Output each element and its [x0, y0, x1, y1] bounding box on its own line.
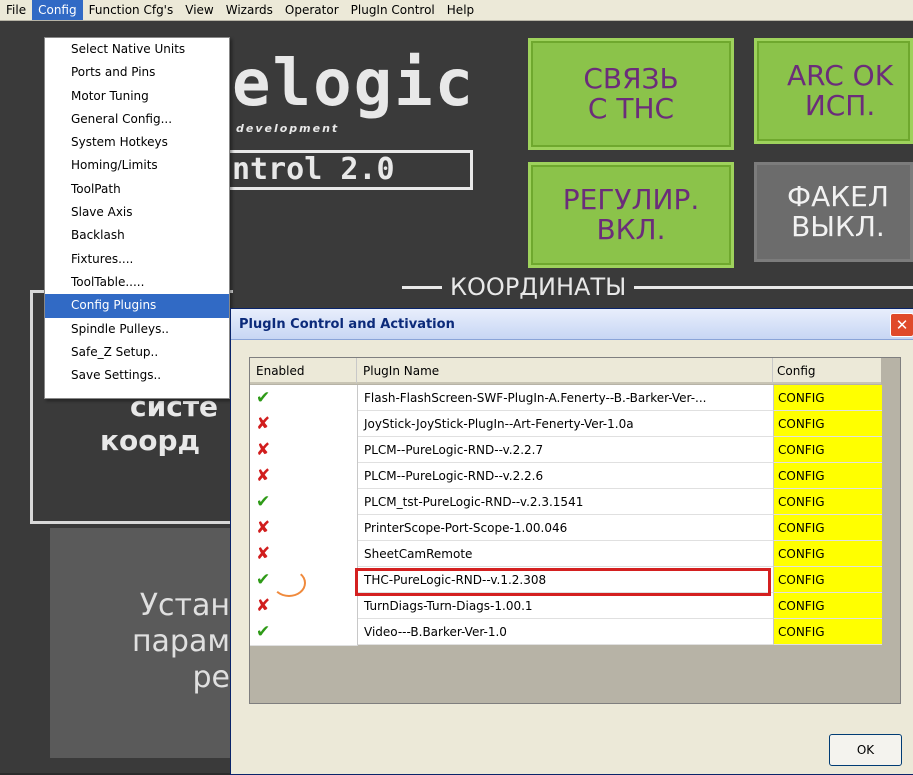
menu-help[interactable]: Help [441, 0, 480, 20]
plugin-name: JoyStick-JoyStick-PlugIn--Art-Fenerty-Ve… [358, 411, 774, 437]
arc-ok-button[interactable]: ARC OK ИСП. [754, 38, 913, 144]
menu-view[interactable]: View [179, 0, 219, 20]
menu-item-save-settings[interactable]: Save Settings.. [45, 364, 229, 387]
col-header-plugin-name[interactable]: PlugIn Name [357, 358, 773, 384]
plugin-name: PLCM_tst-PureLogic-RND--v.2.3.1541 [358, 489, 774, 515]
coordinate-system-line2: коорд [100, 424, 201, 457]
enabled-cell[interactable]: ✔ [250, 385, 358, 412]
menu-item-general-config[interactable]: General Config... [45, 108, 229, 131]
config-button[interactable]: CONFIG [774, 489, 882, 515]
menubar: File Config Function Cfg's View Wizards … [0, 0, 913, 21]
menu-item-toolpath[interactable]: ToolPath [45, 178, 229, 201]
plugin-row: ✘ PLCM--PureLogic-RND--v.2.2.6 CONFIG [250, 463, 900, 490]
coordinates-header-lead [402, 285, 442, 289]
dialog-title: PlugIn Control and Activation [239, 316, 455, 332]
menu-item-tooltable[interactable]: ToolTable..... [45, 271, 229, 294]
x-icon: ✘ [256, 414, 271, 434]
config-dropdown-menu: Select Native Units Ports and Pins Motor… [44, 37, 230, 399]
logo-text: elogic [232, 47, 476, 121]
dialog-titlebar[interactable]: PlugIn Control and Activation [231, 309, 913, 340]
config-button[interactable]: CONFIG [774, 437, 882, 463]
menu-wizards[interactable]: Wizards [220, 0, 279, 20]
plugin-row: ✘ PrinterScope-Port-Scope-1.00.046 CONFI… [250, 515, 900, 542]
coordinate-system-label: систе коорд [100, 390, 218, 458]
plugin-name: PLCM--PureLogic-RND--v.2.2.7 [358, 437, 774, 463]
menu-item-fixtures[interactable]: Fixtures.... [45, 248, 229, 271]
config-button[interactable]: CONFIG [774, 619, 882, 645]
plugin-list: Enabled PlugIn Name Config ✔ Flash-Flash… [249, 357, 901, 704]
ok-button[interactable]: OK [829, 734, 902, 766]
plugin-name: Video---B.Barker-Ver-1.0 [358, 619, 774, 645]
config-button[interactable]: CONFIG [774, 567, 882, 593]
enabled-cell[interactable]: ✔ [250, 619, 358, 646]
config-button[interactable]: CONFIG [774, 515, 882, 541]
thc-link-button[interactable]: СВЯЗЬ С ТНС [528, 38, 734, 150]
menu-operator[interactable]: Operator [279, 0, 345, 20]
enabled-cell[interactable]: ✘ [250, 437, 358, 464]
col-header-enabled[interactable]: Enabled [250, 358, 357, 384]
menu-function-cfgs[interactable]: Function Cfg's [83, 0, 180, 20]
highlight-box [355, 568, 771, 596]
plugin-row: ✘ PLCM--PureLogic-RND--v.2.2.7 CONFIG [250, 437, 900, 464]
plugin-row: ✘ TurnDiags-Turn-Diags-1.00.1 CONFIG [250, 593, 900, 620]
plugin-name: Flash-FlashScreen-SWF-PlugIn-A.Fenerty--… [358, 385, 774, 411]
plugin-name: TurnDiags-Turn-Diags-1.00.1 [358, 593, 774, 619]
menu-item-ports-and-pins[interactable]: Ports and Pins [45, 61, 229, 84]
x-icon: ✘ [256, 518, 271, 538]
enabled-cell[interactable]: ✘ [250, 593, 358, 620]
menu-config[interactable]: Config [32, 0, 83, 20]
menu-plugin-control[interactable]: PlugIn Control [345, 0, 441, 20]
menu-file[interactable]: File [0, 0, 32, 20]
menu-item-system-hotkeys[interactable]: System Hotkeys [45, 131, 229, 154]
config-button[interactable]: CONFIG [774, 463, 882, 489]
plugin-row: ✘ JoyStick-JoyStick-PlugIn--Art-Fenerty-… [250, 411, 900, 438]
menu-item-homing-limits[interactable]: Homing/Limits [45, 154, 229, 177]
plugin-name: PrinterScope-Port-Scope-1.00.046 [358, 515, 774, 541]
highlight-ring [272, 569, 306, 597]
menu-item-motor-tuning[interactable]: Motor Tuning [45, 85, 229, 108]
plugin-list-header: Enabled PlugIn Name Config [250, 358, 900, 384]
plugin-row: ✔ Video---B.Barker-Ver-1.0 CONFIG [250, 619, 900, 646]
menu-item-select-native-units[interactable]: Select Native Units [45, 38, 229, 61]
enabled-cell[interactable]: ✔ [250, 489, 358, 516]
menu-item-backlash[interactable]: Backlash [45, 224, 229, 247]
coordinates-header: КООРДИНАТЫ [402, 275, 913, 299]
coordinates-header-line [634, 285, 913, 289]
regulation-on-button[interactable]: РЕГУЛИР. ВКЛ. [528, 162, 734, 268]
col-header-config[interactable]: Config [773, 358, 881, 384]
plugin-row: ✔ Flash-FlashScreen-SWF-PlugIn-A.Fenerty… [250, 385, 900, 412]
settings-panel-text: Устан парам ре [131, 588, 230, 695]
enabled-cell[interactable]: ✘ [250, 541, 358, 568]
plugin-name: PLCM--PureLogic-RND--v.2.2.6 [358, 463, 774, 489]
enabled-cell[interactable]: ✘ [250, 411, 358, 438]
plugin-row: ✔ PLCM_tst-PureLogic-RND--v.2.3.1541 CON… [250, 489, 900, 516]
coordinates-title: КООРДИНАТЫ [450, 273, 627, 301]
plugin-row: ✘ SheetCamRemote CONFIG [250, 541, 900, 568]
enabled-cell[interactable]: ✘ [250, 515, 358, 542]
x-icon: ✘ [256, 440, 271, 460]
menu-item-slave-axis[interactable]: Slave Axis [45, 201, 229, 224]
x-icon: ✘ [256, 596, 271, 616]
enabled-cell[interactable]: ✘ [250, 463, 358, 490]
logo-subtext: development [236, 122, 340, 135]
config-button[interactable]: CONFIG [774, 541, 882, 567]
x-icon: ✘ [256, 466, 271, 486]
plugin-control-dialog: PlugIn Control and Activation ✕ Enabled … [230, 308, 913, 775]
check-icon: ✔ [256, 492, 271, 512]
check-icon: ✔ [256, 388, 271, 408]
config-button[interactable]: CONFIG [774, 385, 882, 411]
config-button[interactable]: CONFIG [774, 411, 882, 437]
menu-item-safe-z-setup[interactable]: Safe_Z Setup.. [45, 341, 229, 364]
x-icon: ✘ [256, 544, 271, 564]
logo-control-text: ntrol 2.0 [228, 150, 473, 190]
close-icon[interactable]: ✕ [890, 313, 913, 337]
menu-item-config-plugins[interactable]: Config Plugins [45, 294, 229, 318]
torch-off-button[interactable]: ФАКЕЛ ВЫКЛ. [754, 162, 913, 262]
plugin-name: SheetCamRemote [358, 541, 774, 567]
check-icon: ✔ [256, 622, 271, 642]
menu-item-spindle-pulleys[interactable]: Spindle Pulleys.. [45, 318, 229, 341]
config-button[interactable]: CONFIG [774, 593, 882, 619]
